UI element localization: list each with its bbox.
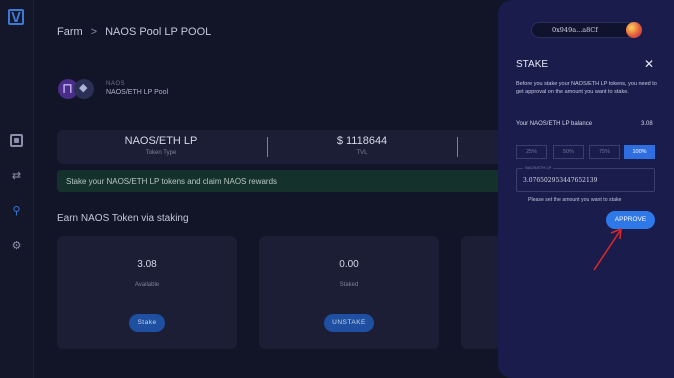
- stat-divider: [457, 137, 458, 157]
- stat-tvl: $ 1118644 TVL: [272, 135, 452, 156]
- breadcrumb-farm-link[interactable]: Farm: [57, 26, 83, 38]
- settings-icon[interactable]: ⚙: [10, 240, 23, 253]
- breadcrumb-separator: >: [90, 26, 98, 38]
- stat-value: $ 1118644: [336, 135, 388, 147]
- farm-icon[interactable]: ⚲: [10, 205, 23, 218]
- info-banner: Stake your NAOS/ETH LP tokens and claim …: [57, 170, 557, 192]
- wallet-chip[interactable]: 0x949a...a8Cf: [531, 22, 642, 38]
- percent-50-button[interactable]: 50%: [553, 145, 584, 159]
- stat-token-type: NAOS/ETH LP Token Type: [71, 135, 251, 156]
- third-card-partial: [461, 236, 501, 349]
- earn-section-title: Earn NAOS Token via staking: [57, 213, 189, 224]
- stat-label: TVL: [356, 150, 368, 156]
- transfer-icon[interactable]: ⇄: [10, 170, 23, 183]
- percent-25-button[interactable]: 25%: [516, 145, 547, 159]
- unstake-button[interactable]: UNSTAKE: [324, 314, 374, 332]
- stat-label: Token Type: [145, 150, 177, 156]
- staked-label: Staked: [339, 282, 359, 288]
- available-value: 3.08: [137, 259, 157, 270]
- stake-panel-title: STAKE: [516, 59, 549, 70]
- close-icon[interactable]: ✕: [644, 57, 654, 71]
- annotation-arrow-icon: [593, 227, 622, 271]
- dashboard-icon[interactable]: [10, 134, 23, 147]
- amount-field-label: NAOS/ETH LP: [523, 165, 554, 170]
- sidebar: ⇄ ⚲ ⚙: [0, 0, 34, 378]
- breadcrumb-current: NAOS Pool LP POOL: [105, 26, 212, 38]
- pool-token-label: NAOS: [106, 81, 126, 87]
- stat-value: NAOS/ETH LP: [124, 135, 198, 147]
- percent-75-button[interactable]: 75%: [589, 145, 620, 159]
- stake-button[interactable]: Stake: [129, 314, 165, 332]
- eth-token-icon: [74, 79, 94, 99]
- pool-stats: NAOS/ETH LP Token Type $ 1118644 TVL: [57, 130, 557, 164]
- stake-panel: 0x949a...a8Cf STAKE ✕ Before you stake y…: [498, 0, 674, 378]
- stake-amount-input[interactable]: NAOS/ETH LP 3.076502953447652139: [516, 165, 655, 192]
- available-card: 3.08 Available Stake: [57, 236, 237, 349]
- pool-name: NAOS/ETH LP Pool: [106, 89, 169, 96]
- stake-description: Before you stake your NAOS/ETH LP tokens…: [516, 81, 657, 95]
- balance-label: Your NAOS/ETH LP balance: [516, 121, 593, 127]
- naos-logo-icon[interactable]: [8, 9, 24, 25]
- wallet-address: 0x949a...a8Cf: [552, 26, 598, 34]
- amount-value[interactable]: 3.076502953447652139: [523, 177, 597, 184]
- wallet-avatar-icon: [626, 22, 642, 38]
- staked-card: 0.00 Staked UNSTAKE: [259, 236, 439, 349]
- staked-value: 0.00: [339, 259, 359, 270]
- stat-divider: [267, 137, 268, 157]
- percent-100-button[interactable]: 100%: [624, 145, 655, 159]
- amount-hint: Please set the amount you want to stake: [528, 197, 622, 203]
- balance-value: 3.08: [641, 121, 653, 127]
- breadcrumb: Farm > NAOS Pool LP POOL: [57, 26, 211, 38]
- available-label: Available: [134, 282, 160, 288]
